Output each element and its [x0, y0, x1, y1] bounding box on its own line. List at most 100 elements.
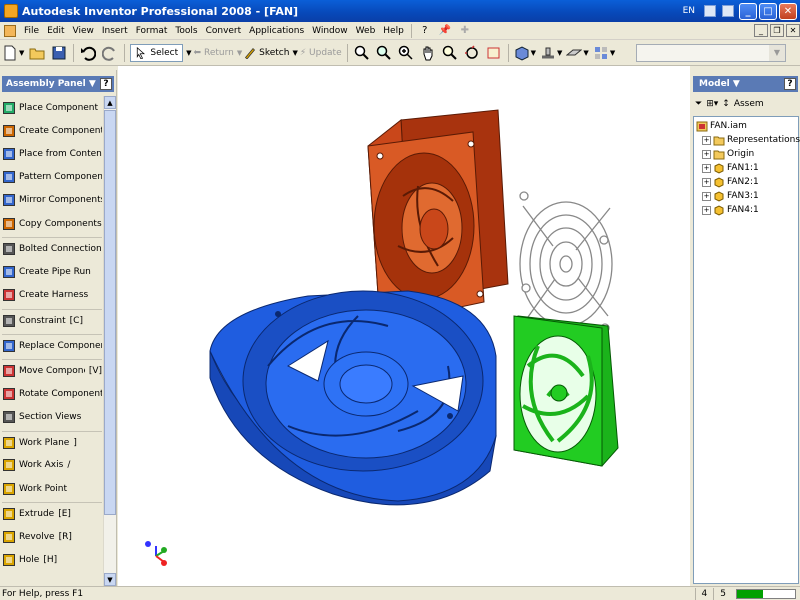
tree-root[interactable]: FAN.iam [696, 119, 798, 133]
model-menu-chevron-icon[interactable]: ▼ [733, 79, 740, 89]
assembly-command[interactable]: Replace Component [2, 333, 102, 357]
expand-plus-icon[interactable]: + [702, 205, 711, 215]
assembly-command[interactable]: Copy Components [2, 212, 102, 235]
open-button[interactable] [28, 43, 46, 63]
menu-help[interactable]: Help [379, 26, 408, 36]
document-icon[interactable] [4, 24, 16, 37]
zoom-all-button[interactable] [353, 43, 371, 63]
menu-applications[interactable]: Applications [245, 26, 308, 36]
assembly-command[interactable]: Constraint [C] [2, 308, 102, 332]
add-icon[interactable]: ✚ [458, 24, 472, 38]
language-bar-icon[interactable] [704, 5, 716, 17]
assembly-command[interactable]: Extrude [E] [2, 502, 102, 525]
shadow-button[interactable]: ▼ [540, 43, 562, 63]
assembly-3d-view[interactable] [118, 66, 690, 586]
tree-item[interactable]: + FAN1:1 [696, 161, 798, 175]
assembly-command[interactable]: Bolted Connection [2, 237, 102, 260]
green-finger-guard-model[interactable] [513, 315, 619, 467]
assembly-command[interactable]: Place from Content Center [2, 142, 102, 165]
menu-file[interactable]: File [20, 26, 43, 36]
title-bar[interactable]: Autodesk Inventor Professional 2008 - [F… [0, 0, 800, 22]
menu-view[interactable]: View [69, 26, 98, 36]
zoom-window-button[interactable] [375, 43, 393, 63]
look-at-button[interactable] [485, 43, 503, 63]
panel-menu-chevron-icon[interactable]: ▼ [89, 79, 96, 89]
assembly-view-label[interactable]: Assem [734, 99, 764, 109]
zoom-selected-button[interactable] [441, 43, 459, 63]
document-minimize-button[interactable]: _ [754, 24, 768, 37]
assembly-command[interactable]: Work Plane] [2, 430, 102, 454]
graphics-viewport[interactable] [118, 66, 690, 586]
menu-web[interactable]: Web [352, 26, 380, 36]
undo-button[interactable] [79, 43, 97, 63]
assembly-command[interactable]: Rotate Component [2, 382, 102, 405]
minimize-button[interactable]: _ [739, 2, 757, 20]
assembly-command[interactable]: Work Point [2, 477, 102, 500]
sketch-dropdown-icon[interactable]: ▼ [292, 49, 297, 57]
pin-icon[interactable]: 📌 [438, 24, 452, 38]
menu-format[interactable]: Format [132, 26, 172, 36]
assembly-command[interactable]: Pattern Component [2, 166, 102, 189]
model-browser-header[interactable]: Model ▼ ? [693, 76, 798, 92]
chevron-down-icon[interactable]: ▼ [769, 44, 785, 61]
expand-plus-icon[interactable]: + [702, 191, 711, 201]
tree-item[interactable]: + Representations [696, 133, 800, 147]
scroll-up-icon[interactable]: ▲ [104, 96, 116, 109]
display-mode-button[interactable]: ▼ [514, 43, 536, 63]
tree-item[interactable]: + FAN3:1 [696, 189, 798, 203]
panel-help-icon[interactable]: ? [100, 78, 112, 90]
expand-plus-icon[interactable]: + [702, 135, 711, 145]
assembly-command[interactable]: Hole [H] [2, 549, 102, 572]
browser-help-icon[interactable]: ? [784, 78, 796, 90]
assembly-command[interactable]: Create Harness [2, 284, 102, 307]
expand-plus-icon[interactable]: + [702, 177, 711, 187]
whats-this-help-icon[interactable]: ? [418, 24, 432, 38]
menu-convert[interactable]: Convert [202, 26, 246, 36]
tree-item[interactable]: + FAN4:1 [696, 203, 798, 217]
select-button[interactable]: Select [130, 43, 184, 62]
filter-icon[interactable]: ⏷ [695, 99, 702, 109]
assembly-command[interactable]: Section Views [2, 405, 102, 428]
inventor-app-icon[interactable] [4, 4, 18, 18]
new-button[interactable]: ▼ [2, 43, 24, 63]
tree-item[interactable]: + FAN2:1 [696, 175, 798, 189]
blue-fan-model[interactable] [209, 290, 497, 506]
expand-plus-icon[interactable]: + [702, 163, 711, 173]
assembly-command[interactable]: Create Component [2, 119, 102, 142]
rotate-view-button[interactable] [463, 43, 481, 63]
maximize-button[interactable]: □ [759, 2, 777, 20]
assembly-command[interactable]: Place Component [2, 96, 102, 119]
tree-item[interactable]: + Origin [696, 147, 798, 161]
assembly-command[interactable]: Mirror Components [2, 189, 102, 212]
assembly-command[interactable]: Create Pipe Run [2, 260, 102, 283]
expand-plus-icon[interactable]: + [702, 149, 711, 159]
save-button[interactable] [50, 43, 68, 63]
redo-button[interactable] [101, 43, 119, 63]
assembly-command[interactable]: Revolve [R] [2, 525, 102, 548]
assembly-command[interactable]: Move Component[V] [2, 359, 102, 382]
update-button[interactable]: ⚡ Update [300, 43, 342, 63]
menu-window[interactable]: Window [308, 26, 352, 36]
pan-button[interactable] [419, 43, 437, 63]
tree-view-icon[interactable]: ⊞▾ [706, 99, 718, 109]
document-restore-button[interactable]: ❐ [770, 24, 784, 37]
document-close-button[interactable]: ✕ [786, 24, 800, 37]
model-tree[interactable]: FAN.iam + Representations + Origin + FAN1:1 + F… [693, 116, 800, 584]
ime-options-icon[interactable] [722, 5, 734, 17]
color-style-button[interactable]: ▼ [593, 43, 615, 63]
assembly-view-icon[interactable]: ↕ [722, 99, 730, 109]
return-dropdown-icon[interactable]: ▼ [237, 49, 242, 57]
menu-insert[interactable]: Insert [98, 26, 132, 36]
camera-button[interactable]: ▼ [566, 43, 589, 63]
select-dropdown-icon[interactable]: ▼ [186, 49, 191, 57]
menu-edit[interactable]: Edit [43, 26, 68, 36]
assembly-command[interactable]: Work Axis / [2, 454, 102, 477]
scroll-down-icon[interactable]: ▼ [104, 573, 116, 586]
sketch-button[interactable]: Sketch [244, 43, 289, 63]
assembly-panel-header[interactable]: Assembly Panel ▼ ? [2, 76, 114, 92]
language-indicator[interactable]: EN [683, 6, 695, 16]
wire-grille-model[interactable] [519, 191, 613, 333]
close-button[interactable]: ✕ [779, 2, 797, 20]
menu-tools[interactable]: Tools [171, 26, 201, 36]
color-override-combo[interactable]: ▼ [636, 43, 786, 62]
